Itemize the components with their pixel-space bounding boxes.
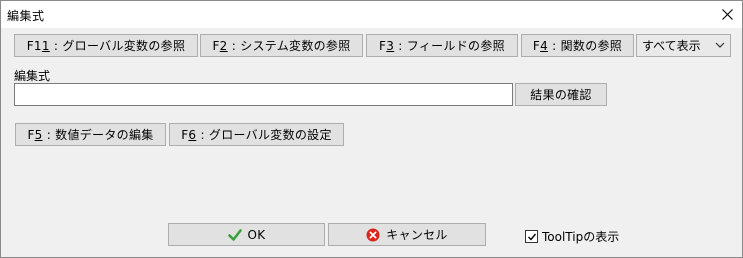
shortcut-key: F2 (212, 38, 228, 53)
button-label: システム変数の参照 (240, 39, 351, 53)
cancel-button[interactable]: キャンセル (328, 223, 486, 246)
shortcut-key: F11 (26, 38, 50, 53)
shortcut-key: F6 (181, 127, 197, 142)
button-label: フィールドの参照 (406, 39, 505, 53)
filter-select-value: すべて表示 (642, 39, 701, 53)
button-label: 結果の確認 (530, 88, 592, 102)
field-reference-button[interactable]: F3 : フィールドの参照 (366, 34, 518, 57)
tooltip-checkbox-row[interactable]: ToolTipの表示 (525, 228, 619, 245)
expression-label: 編集式 (14, 69, 51, 83)
button-label: OK (247, 227, 266, 242)
button-label: グローバル変数の設定 (208, 128, 332, 142)
tooltip-checkbox-label: ToolTipの表示 (542, 230, 620, 244)
check-result-button[interactable]: 結果の確認 (515, 83, 607, 106)
button-label: 数値データの編集 (55, 128, 154, 142)
button-label: 関数の参照 (560, 39, 623, 53)
button-label: グローバル変数の参照 (62, 39, 186, 53)
expression-input[interactable] (14, 83, 513, 106)
checkmark-icon (227, 228, 242, 241)
shortcut-key: F4 (532, 38, 549, 53)
function-reference-button[interactable]: F4 : 関数の参照 (521, 34, 634, 57)
ok-button[interactable]: OK (168, 223, 325, 246)
title-bar: 編集式 (1, 1, 742, 28)
dialog-window: 編集式 F11 : グローバル変数の参照 F2 : システム変数の参照 F3 :… (0, 0, 743, 258)
filter-select[interactable]: すべて表示 (636, 34, 731, 57)
close-icon (721, 9, 733, 20)
global-variable-reference-button[interactable]: F11 : グローバル変数の参照 (14, 34, 198, 57)
tooltip-checkbox[interactable] (525, 230, 538, 243)
numeric-data-edit-button[interactable]: F5 : 数値データの編集 (15, 123, 166, 146)
global-variable-setting-button[interactable]: F6 : グローバル変数の設定 (169, 123, 344, 146)
window-title: 編集式 (7, 9, 45, 23)
close-button[interactable] (712, 1, 742, 28)
button-label: キャンセル (386, 228, 448, 242)
chevron-down-icon (715, 42, 725, 48)
shortcut-key: F3 (379, 38, 395, 53)
cancel-icon (366, 228, 380, 241)
checkmark-icon (527, 233, 536, 241)
shortcut-key: F5 (27, 127, 43, 142)
system-variable-reference-button[interactable]: F2 : システム変数の参照 (200, 34, 363, 57)
